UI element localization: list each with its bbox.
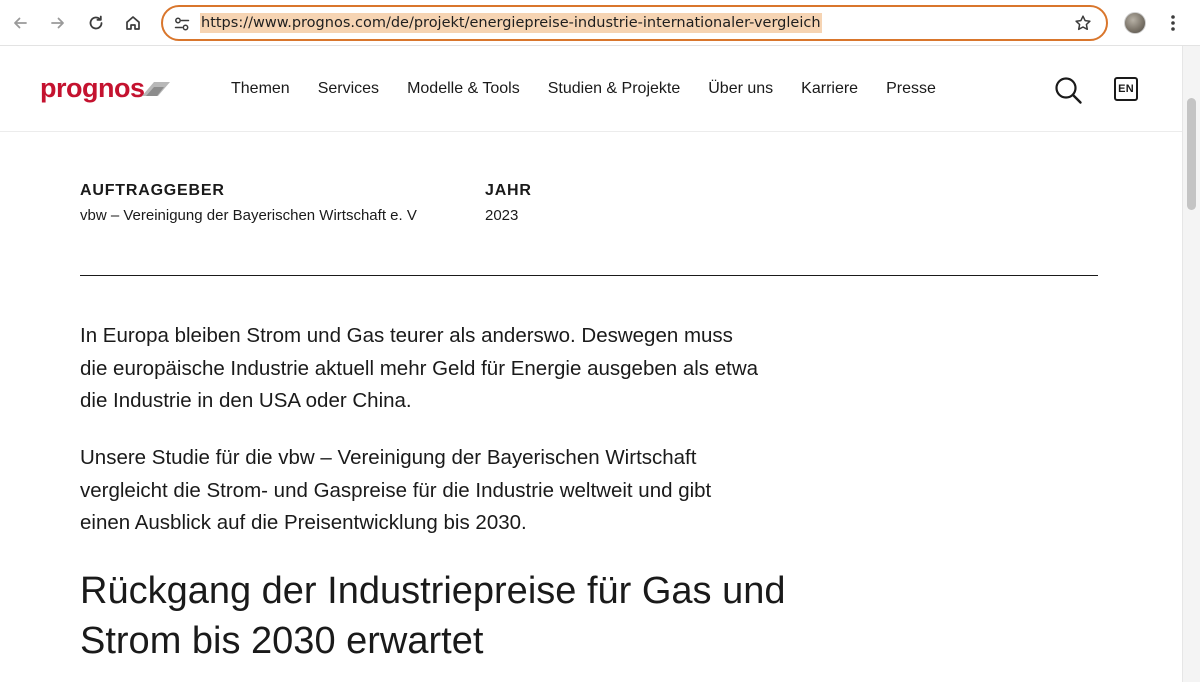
language-switch-button[interactable]: EN (1114, 77, 1138, 101)
reload-icon (89, 15, 103, 30)
nav-item-ueber-uns[interactable]: Über uns (708, 80, 773, 98)
tune-icon[interactable] (173, 15, 191, 33)
scrollbar-thumb[interactable] (1187, 98, 1196, 210)
back-button[interactable] (5, 8, 35, 38)
nav-item-presse[interactable]: Presse (886, 80, 936, 98)
nav-item-modelle-tools[interactable]: Modelle & Tools (407, 80, 520, 98)
site-logo[interactable]: prognos (40, 74, 145, 102)
star-icon[interactable] (1074, 14, 1092, 32)
year-label: JAHR (485, 182, 532, 199)
nav-item-karriere[interactable]: Karriere (801, 80, 858, 98)
study-paragraph: Unsere Studie für die vbw – Vereinigung … (80, 446, 712, 534)
search-icon[interactable] (1053, 75, 1083, 105)
client-value: vbw – Vereinigung der Bayerischen Wirtsc… (80, 207, 417, 224)
home-icon (126, 16, 140, 30)
year-block: JAHR 2023 (485, 182, 532, 225)
url-text[interactable]: https://www.prognos.com/de/projekt/energ… (200, 13, 822, 33)
forward-button[interactable] (43, 8, 73, 38)
kebab-icon[interactable] (1163, 12, 1183, 34)
nav-item-themen[interactable]: Themen (231, 80, 290, 98)
intro-paragraph: In Europa bleiben Strom und Gas teurer a… (80, 324, 759, 412)
profile-avatar[interactable] (1124, 12, 1146, 34)
nav-item-services[interactable]: Services (318, 80, 379, 98)
client-block: AUFTRAGGEBER vbw – Vereinigung der Bayer… (80, 182, 417, 225)
client-label: AUFTRAGGEBER (80, 182, 225, 199)
arrow-left-icon (14, 17, 27, 29)
section-heading: Rückgang der Industriepreise für Gas und… (80, 570, 786, 662)
reload-button[interactable] (81, 8, 111, 38)
logo-swoosh-icon (142, 82, 170, 96)
year-value: 2023 (485, 207, 519, 224)
site-header: prognos Themen Services Modelle & Tools … (0, 46, 1182, 132)
address-bar[interactable]: https://www.prognos.com/de/projekt/energ… (161, 5, 1108, 41)
nav-item-studien-projekte[interactable]: Studien & Projekte (548, 80, 681, 98)
main-navigation: Themen Services Modelle & Tools Studien … (231, 80, 936, 98)
browser-toolbar: https://www.prognos.com/de/projekt/energ… (0, 0, 1200, 46)
section-divider (80, 275, 1098, 276)
home-button[interactable] (118, 8, 148, 38)
arrow-right-icon (51, 17, 64, 29)
scrollbar-track[interactable] (1182, 46, 1200, 682)
